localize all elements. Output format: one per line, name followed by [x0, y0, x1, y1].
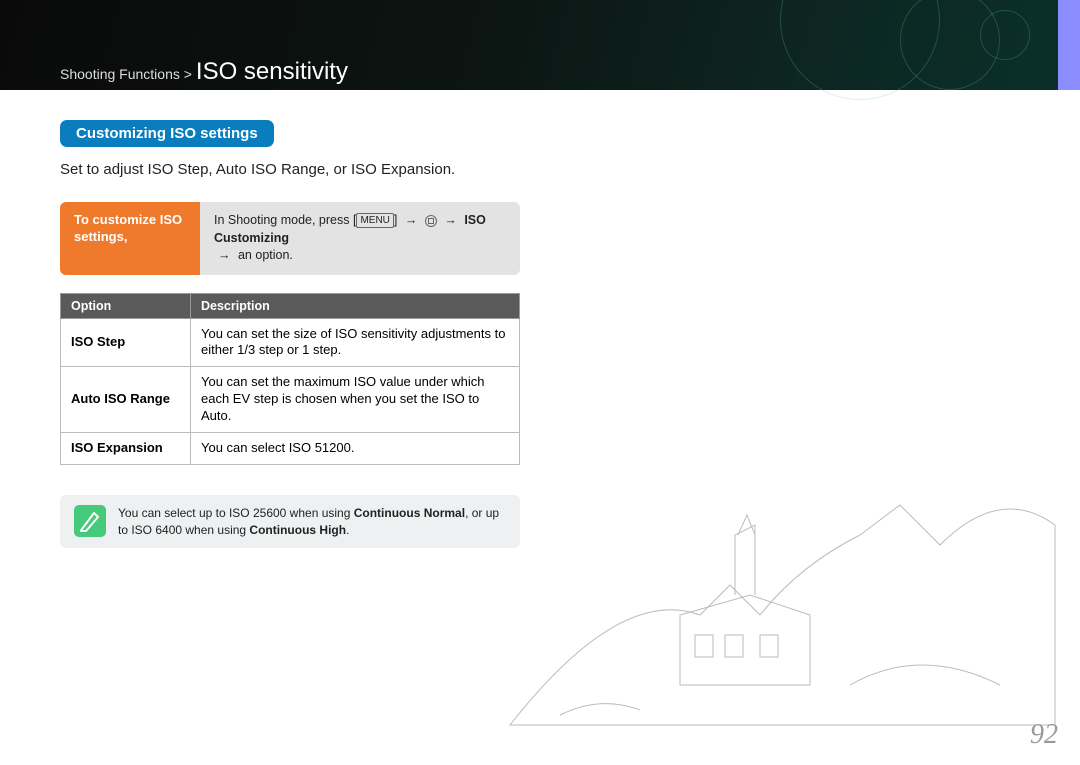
option-name: ISO Step: [61, 318, 191, 367]
table-header-option: Option: [61, 293, 191, 318]
content-column: Customizing ISO settings Set to adjust I…: [0, 90, 540, 548]
note-pre: You can select up to ISO 25600 when usin…: [118, 506, 354, 520]
note-post: .: [346, 523, 349, 537]
arrow-icon: →: [440, 213, 461, 227]
table-row: ISO Step You can set the size of ISO sen…: [61, 318, 520, 367]
section-heading-pill: Customizing ISO settings: [60, 120, 274, 147]
note-bold2: Continuous High: [249, 523, 346, 537]
decorative-illustration: [500, 385, 1060, 735]
note-bold1: Continuous Normal: [354, 506, 465, 520]
pen-note-icon: [74, 505, 106, 537]
table-header-description: Description: [191, 293, 520, 318]
breadcrumb: Shooting Functions >: [60, 66, 192, 82]
side-tab: [1058, 0, 1080, 90]
table-row: ISO Expansion You can select ISO 51200.: [61, 432, 520, 464]
arrow-icon: →: [214, 248, 235, 262]
option-name: Auto ISO Range: [61, 367, 191, 433]
option-name: ISO Expansion: [61, 432, 191, 464]
instruction-body: In Shooting mode, press [MENU] → → ISO C…: [200, 202, 520, 275]
instruction-text-post: an option.: [238, 248, 293, 262]
menu-key-icon: MENU: [356, 213, 393, 228]
instruction-text-pre: In Shooting mode, press [: [214, 213, 356, 227]
option-desc: You can select ISO 51200.: [191, 432, 520, 464]
table-row: Auto ISO Range You can set the maximum I…: [61, 367, 520, 433]
camera-mode-icon: [425, 215, 437, 227]
page-title: ISO sensitivity: [196, 58, 348, 86]
instruction-box: To customize ISO settings, In Shooting m…: [60, 202, 520, 275]
page-number: 92: [1030, 719, 1058, 751]
note-box: You can select up to ISO 25600 when usin…: [60, 495, 520, 549]
option-desc: You can set the maximum ISO value under …: [191, 367, 520, 433]
section-intro-text: Set to adjust ISO Step, Auto ISO Range, …: [60, 161, 540, 178]
option-desc: You can set the size of ISO sensitivity …: [191, 318, 520, 367]
arrow-icon: →: [401, 213, 422, 227]
instruction-label: To customize ISO settings,: [60, 202, 200, 275]
page-header: Shooting Functions > ISO sensitivity: [0, 0, 1080, 90]
instruction-text-mid: ]: [394, 213, 397, 227]
options-table: Option Description ISO Step You can set …: [60, 293, 520, 465]
note-text: You can select up to ISO 25600 when usin…: [118, 505, 506, 539]
